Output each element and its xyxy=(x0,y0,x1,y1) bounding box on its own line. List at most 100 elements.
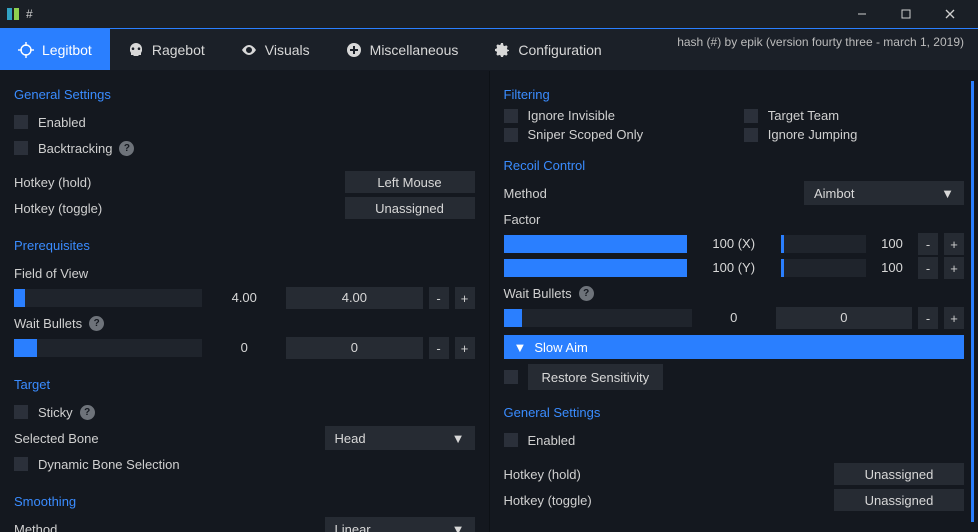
tab-configuration[interactable]: Configuration xyxy=(476,29,619,70)
recoil-x-slider[interactable] xyxy=(504,235,687,253)
tab-label: Configuration xyxy=(518,42,601,58)
window-title: # xyxy=(26,7,33,21)
checkbox-sticky[interactable] xyxy=(14,405,28,419)
checkbox-target-team[interactable] xyxy=(744,109,758,123)
tab-label: Legitbot xyxy=(42,42,92,58)
fov-slider[interactable] xyxy=(14,289,202,307)
recoil-y-slider-b[interactable] xyxy=(781,259,866,277)
section-smoothing: Smoothing xyxy=(14,488,475,515)
help-icon[interactable]: ? xyxy=(89,316,104,331)
recoil-x-slider-b[interactable] xyxy=(781,235,866,253)
checkbox-restore-sensitivity[interactable] xyxy=(504,370,518,384)
accent-bar xyxy=(971,81,974,522)
recoil-x-label: 100 (X) xyxy=(699,233,769,255)
recoil-x-minus[interactable]: - xyxy=(918,233,938,255)
label-wait-bullets: Wait Bullets xyxy=(14,316,82,331)
skull-icon xyxy=(128,42,144,58)
crosshair-icon xyxy=(18,42,34,58)
wait-value-a: 0 xyxy=(214,337,274,359)
recoil-y-label: 100 (Y) xyxy=(699,257,769,279)
tab-miscellaneous[interactable]: Miscellaneous xyxy=(328,29,477,70)
checkbox-ignore-jumping[interactable] xyxy=(744,128,758,142)
label-ignore-jumping: Ignore Jumping xyxy=(768,127,858,142)
label-backtracking: Backtracking xyxy=(38,141,112,156)
checkbox-dynamic-bone[interactable] xyxy=(14,457,28,471)
tab-ragebot[interactable]: Ragebot xyxy=(110,29,223,70)
recoil-wait-minus[interactable]: - xyxy=(918,307,938,329)
label-recoil-factor: Factor xyxy=(504,212,541,227)
wait-plus[interactable]: + xyxy=(455,337,475,359)
recoil-wait-slider[interactable] xyxy=(504,309,692,327)
collapsible-slow-aim[interactable]: ▼ Slow Aim xyxy=(504,335,965,359)
caret-down-icon: ▼ xyxy=(452,522,465,532)
recoil-y-slider[interactable] xyxy=(504,259,687,277)
right-panel: Filtering Ignore Invisible Target Team S… xyxy=(490,71,978,532)
close-button[interactable] xyxy=(928,0,972,28)
checkbox-backtracking[interactable] xyxy=(14,141,28,155)
caret-down-icon: ▼ xyxy=(941,186,954,201)
label-sniper-scoped: Sniper Scoped Only xyxy=(528,127,644,142)
hotkey-hold-value-2[interactable]: Unassigned xyxy=(834,463,964,485)
section-filtering: Filtering xyxy=(504,81,965,108)
select-bone-value: Head xyxy=(335,431,366,446)
wait-value-b[interactable]: 0 xyxy=(286,337,422,359)
checkbox-enabled[interactable] xyxy=(14,115,28,129)
fov-plus[interactable]: + xyxy=(455,287,475,309)
select-recoil-value: Aimbot xyxy=(814,186,854,201)
content: General Settings Enabled Backtracking? H… xyxy=(0,71,978,532)
tab-label: Ragebot xyxy=(152,42,205,58)
section-recoil-control: Recoil Control xyxy=(504,152,965,179)
restore-sensitivity-button[interactable]: Restore Sensitivity xyxy=(528,364,664,390)
tab-label: Miscellaneous xyxy=(370,42,459,58)
recoil-wait-b[interactable]: 0 xyxy=(776,307,912,329)
label-fov: Field of View xyxy=(14,266,88,281)
recoil-wait-a: 0 xyxy=(704,307,764,329)
fov-minus[interactable]: - xyxy=(429,287,449,309)
select-smoothing-method[interactable]: Linear ▼ xyxy=(325,517,475,532)
select-bone[interactable]: Head▼ xyxy=(325,426,475,450)
label-hotkey-toggle-2: Hotkey (toggle) xyxy=(504,493,592,508)
label-target-team: Target Team xyxy=(768,108,839,123)
section-target: Target xyxy=(14,371,475,398)
checkbox-ignore-invisible[interactable] xyxy=(504,109,518,123)
fov-value-a: 4.00 xyxy=(214,287,274,309)
label-dynamic-bone: Dynamic Bone Selection xyxy=(38,457,180,472)
recoil-x-plus[interactable]: + xyxy=(944,233,964,255)
help-icon[interactable]: ? xyxy=(579,286,594,301)
tab-legitbot[interactable]: Legitbot xyxy=(0,29,110,70)
label-recoil-method: Method xyxy=(504,186,547,201)
version-text: hash (#) by epik (version fourty three -… xyxy=(677,29,978,70)
hotkey-toggle-value-2[interactable]: Unassigned xyxy=(834,489,964,511)
help-icon[interactable]: ? xyxy=(80,405,95,420)
hotkey-hold-value[interactable]: Left Mouse xyxy=(345,171,475,193)
label-ignore-invisible: Ignore Invisible xyxy=(528,108,615,123)
slow-aim-label: Slow Aim xyxy=(534,340,587,355)
hotkey-toggle-value[interactable]: Unassigned xyxy=(345,197,475,219)
wait-slider[interactable] xyxy=(14,339,202,357)
recoil-y-plus[interactable]: + xyxy=(944,257,964,279)
help-icon[interactable]: ? xyxy=(119,141,134,156)
left-panel: General Settings Enabled Backtracking? H… xyxy=(0,71,490,532)
tab-visuals[interactable]: Visuals xyxy=(223,29,328,70)
label-recoil-wait: Wait Bullets xyxy=(504,286,572,301)
recoil-y-value: 100 xyxy=(872,257,912,279)
select-smoothing-value: Linear xyxy=(335,522,371,532)
maximize-button[interactable] xyxy=(884,0,928,28)
checkbox-enabled-2[interactable] xyxy=(504,433,518,447)
plus-circle-icon xyxy=(346,42,362,58)
wait-minus[interactable]: - xyxy=(429,337,449,359)
select-recoil-method[interactable]: Aimbot ▼ xyxy=(804,181,964,205)
eye-icon xyxy=(241,42,257,58)
recoil-x-value: 100 xyxy=(872,233,912,255)
tabbar: Legitbot Ragebot Visuals Miscellaneous C… xyxy=(0,29,978,71)
label-hotkey-hold-2: Hotkey (hold) xyxy=(504,467,581,482)
checkbox-sniper-scoped[interactable] xyxy=(504,128,518,142)
titlebar: # xyxy=(0,0,978,28)
label-enabled: Enabled xyxy=(38,115,86,130)
fov-value-b[interactable]: 4.00 xyxy=(286,287,422,309)
recoil-y-minus[interactable]: - xyxy=(918,257,938,279)
label-smoothing-method: Method xyxy=(14,522,57,532)
label-enabled-2: Enabled xyxy=(528,433,576,448)
recoil-wait-plus[interactable]: + xyxy=(944,307,964,329)
minimize-button[interactable] xyxy=(840,0,884,28)
